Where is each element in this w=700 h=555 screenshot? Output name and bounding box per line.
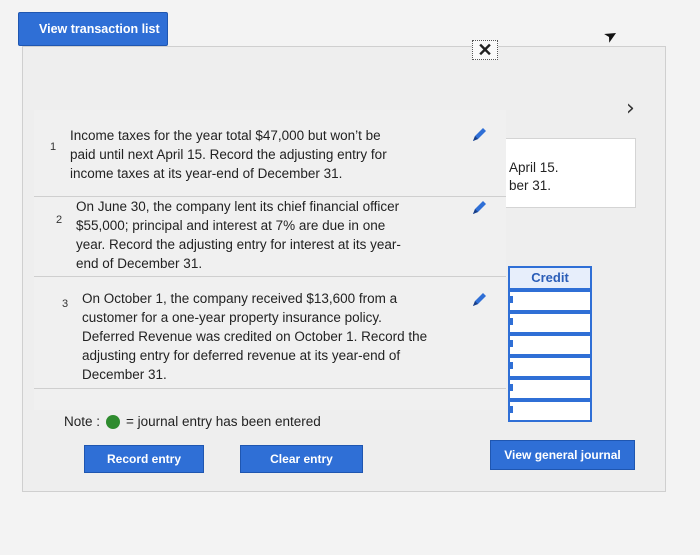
- transaction-item-1[interactable]: 1 Income taxes for the year total $47,00…: [34, 118, 506, 198]
- record-entry-button[interactable]: Record entry: [84, 445, 204, 473]
- transaction-number: 3: [62, 298, 69, 310]
- credit-input[interactable]: [508, 356, 592, 378]
- transaction-number: 2: [56, 214, 63, 226]
- credit-input[interactable]: [508, 290, 592, 312]
- view-general-journal-button[interactable]: View general journal: [490, 440, 635, 470]
- credit-input[interactable]: [508, 378, 592, 400]
- transaction-description: On June 30, the company lent its chief f…: [76, 199, 401, 271]
- view-transaction-list-label: View transaction list: [39, 22, 160, 36]
- credit-input[interactable]: [508, 312, 592, 334]
- transaction-list: 1 Income taxes for the year total $47,00…: [34, 110, 506, 410]
- pencil-icon[interactable]: [470, 126, 488, 144]
- note-label: Note :: [64, 414, 101, 429]
- credit-input[interactable]: [508, 334, 592, 356]
- date-text-box: April 15. ber 31.: [504, 138, 636, 208]
- transaction-description: Income taxes for the year total $47,000 …: [70, 128, 387, 181]
- close-icon[interactable]: ✕: [472, 40, 498, 60]
- view-transaction-list-button[interactable]: View transaction list: [18, 12, 168, 46]
- transaction-description: On October 1, the company received $13,6…: [82, 291, 428, 382]
- note-legend: Note : = journal entry has been entered: [64, 414, 321, 429]
- divider: [34, 388, 506, 389]
- date-line-1: April 15.: [509, 160, 559, 175]
- entered-dot-icon: [106, 414, 121, 429]
- note-text: = journal entry has been entered: [126, 414, 321, 429]
- transaction-item-3[interactable]: 3 On October 1, the company received $13…: [34, 277, 506, 387]
- chevron-right-icon[interactable]: ›: [626, 96, 635, 121]
- date-line-2: ber 31.: [509, 178, 552, 193]
- mouse-cursor-icon: ➤: [600, 23, 622, 48]
- credit-input[interactable]: [508, 400, 592, 422]
- clear-entry-button[interactable]: Clear entry: [240, 445, 363, 473]
- transaction-number: 1: [50, 141, 57, 153]
- pencil-icon[interactable]: [470, 199, 488, 217]
- transaction-item-2[interactable]: 2 On June 30, the company lent its chief…: [34, 197, 506, 277]
- credit-column-header: Credit: [508, 266, 592, 290]
- pencil-icon[interactable]: [470, 291, 488, 309]
